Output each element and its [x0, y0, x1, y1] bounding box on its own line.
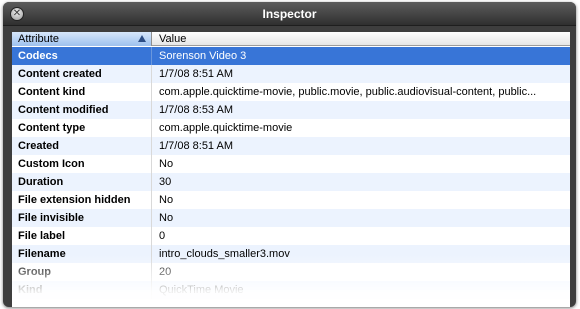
window-title: Inspector: [262, 7, 317, 21]
value-cell: Sorenson Video 3: [159, 50, 247, 62]
table-row[interactable]: Codecs Sorenson Video 3: [12, 47, 570, 65]
inspector-window: ✕ Inspector Attribute Value Codecs Sorens…: [3, 2, 576, 307]
attribute-cell: Filename: [12, 245, 152, 263]
table-row[interactable]: Content type com.apple.quicktime-movie: [12, 119, 570, 137]
table-row[interactable]: Created 1/7/08 8:51 AM: [12, 137, 570, 155]
value-cell: 30: [159, 176, 172, 188]
attribute-cell: Codecs: [12, 47, 152, 65]
value-cell: 1/7/08 8:51 AM: [159, 68, 233, 80]
attribute-cell: Group: [12, 263, 152, 281]
attribute-cell: Content type: [12, 119, 152, 137]
value-cell: com.apple.quicktime-movie, public.movie,…: [159, 86, 537, 98]
table-row[interactable]: Filename intro_clouds_smaller3.mov: [12, 245, 570, 263]
table-row[interactable]: Custom Icon No: [12, 155, 570, 173]
value-cell: 1/7/08 8:51 AM: [159, 140, 233, 152]
column-header-attribute-label: Attribute: [18, 33, 59, 45]
value-cell: intro_clouds_smaller3.mov: [159, 248, 290, 260]
attribute-cell: Content modified: [12, 101, 152, 119]
table-body: Codecs Sorenson Video 3 Content created 1/7…: [12, 47, 570, 299]
value-cell: 20: [159, 266, 172, 278]
attribute-cell: Content created: [12, 65, 152, 83]
value-cell: 0: [159, 230, 166, 242]
value-cell: No: [159, 158, 174, 170]
table-row[interactable]: Content created 1/7/08 8:51 AM: [12, 65, 570, 83]
attribute-cell: File label: [12, 227, 152, 245]
value-cell: No: [159, 194, 174, 206]
table-row[interactable]: Content kind com.apple.quicktime-movie, p…: [12, 83, 570, 101]
attribute-cell: Kind: [12, 281, 152, 299]
attribute-cell: Duration: [12, 173, 152, 191]
attribute-cell: File extension hidden: [12, 191, 152, 209]
table-row[interactable]: Group 20: [12, 263, 570, 281]
table-row[interactable]: File label 0: [12, 227, 570, 245]
table-row[interactable]: File extension hidden No: [12, 191, 570, 209]
table-header: Attribute Value: [12, 32, 570, 46]
value-cell: QuickTime Movie: [159, 284, 244, 296]
attribute-table: Attribute Value Codecs Sorenson Video 3 Co…: [12, 32, 570, 307]
table-row[interactable]: Kind QuickTime Movie: [12, 281, 570, 299]
table-row[interactable]: File invisible No: [12, 209, 570, 227]
attribute-cell: Created: [12, 137, 152, 155]
sort-ascending-icon: [138, 35, 146, 42]
table-row[interactable]: Duration 30: [12, 173, 570, 191]
value-cell: com.apple.quicktime-movie: [159, 122, 293, 134]
attribute-cell: Content kind: [12, 83, 152, 101]
title-bar[interactable]: ✕ Inspector: [3, 2, 576, 26]
value-cell: 1/7/08 8:53 AM: [159, 104, 233, 116]
column-header-attribute[interactable]: Attribute: [12, 32, 152, 46]
attribute-cell: Custom Icon: [12, 155, 152, 173]
table-row[interactable]: Content modified 1/7/08 8:53 AM: [12, 101, 570, 119]
column-header-value[interactable]: Value: [153, 32, 570, 46]
value-cell: No: [159, 212, 174, 224]
attribute-cell: File invisible: [12, 209, 152, 227]
